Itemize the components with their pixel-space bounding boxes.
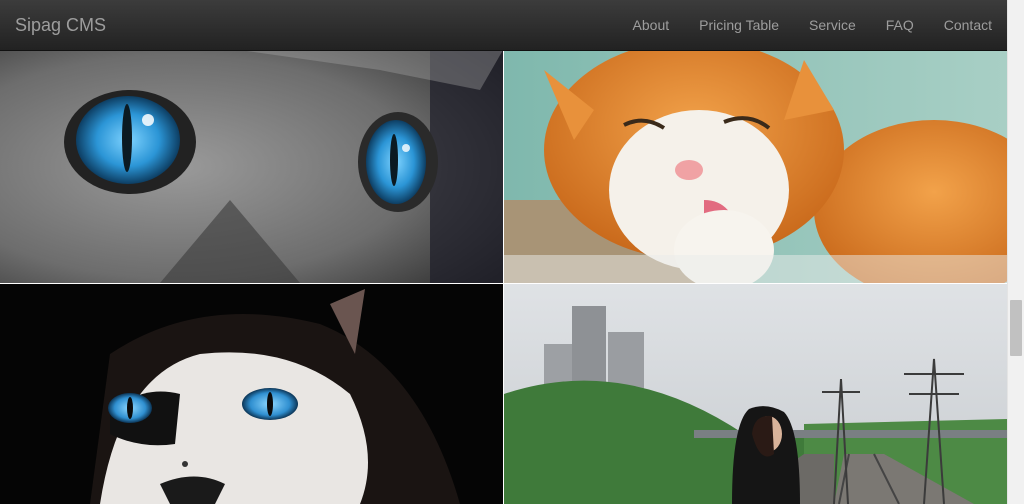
nav-item-about[interactable]: About (618, 0, 685, 50)
scrollbar-thumb[interactable] (1010, 300, 1022, 356)
brand-link[interactable]: Sipag CMS (15, 0, 106, 50)
page: Sipag CMS About Pricing Table Service FA… (0, 0, 1024, 504)
image-gallery (0, 50, 1007, 504)
grey-cat-illustration (0, 50, 503, 283)
nav-item-pricing-table[interactable]: Pricing Table (684, 0, 794, 50)
vertical-scrollbar[interactable] (1007, 0, 1024, 504)
gallery-image-grey-cat[interactable] (0, 50, 503, 283)
nav-item-faq[interactable]: FAQ (871, 0, 929, 50)
railway-woman-illustration (504, 284, 1007, 504)
gallery-image-black-white-cat[interactable] (0, 284, 503, 504)
orange-cat-illustration (504, 50, 1007, 283)
gallery-image-orange-cat[interactable] (504, 50, 1007, 283)
nav-item-service[interactable]: Service (794, 0, 871, 50)
nav-menu: About Pricing Table Service FAQ Contact (618, 0, 1007, 50)
nav-item-contact[interactable]: Contact (929, 0, 1007, 50)
black-white-cat-illustration (0, 284, 503, 504)
gallery-image-railway-woman[interactable] (504, 284, 1007, 504)
navbar: Sipag CMS About Pricing Table Service FA… (0, 0, 1007, 51)
